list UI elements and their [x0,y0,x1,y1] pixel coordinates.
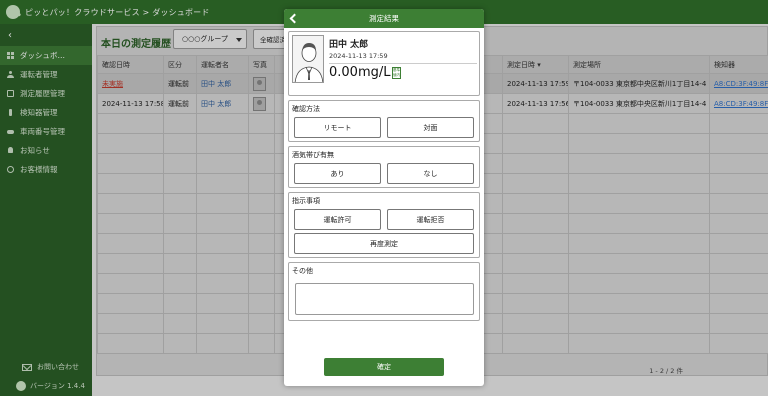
person-illustration [293,36,323,82]
section-label: 指示事項 [292,197,320,205]
method-section: 確認方法 リモート 対面 [288,100,480,142]
alcohol-no-button[interactable]: なし [387,163,474,184]
allow-driving-button[interactable]: 運転許可 [294,209,381,230]
other-notes-textarea[interactable] [295,283,474,315]
in-person-button[interactable]: 対面 [387,117,474,138]
driver-name: 田中 太郎 [329,40,369,50]
divider [329,63,477,64]
section-label: 確認方法 [292,105,320,113]
within-standard-stamp: 基準値内 [392,67,401,79]
remote-button[interactable]: リモート [294,117,381,138]
dialog-header: 測定結果 [284,9,484,28]
remeasure-button[interactable]: 再度測定 [294,233,474,254]
alcohol-value: 0.00mg/L [329,65,391,80]
alcohol-presence-section: 酒気帯び有無 あり なし [288,146,480,188]
result-card: 田中 太郎 2024-11-13 17:59 0.00mg/L 基準値内 [288,31,480,96]
other-section: その他 [288,262,480,321]
refuse-driving-button[interactable]: 運転拒否 [387,209,474,230]
alcohol-yes-button[interactable]: あり [294,163,381,184]
instruction-section: 指示事項 運転許可 運転拒否 再度測定 [288,192,480,258]
driver-photo [292,35,324,83]
section-label: その他 [292,267,313,275]
section-label: 酒気帯び有無 [292,151,334,159]
measured-datetime: 2024-11-13 17:59 [329,52,388,60]
dialog-title: 測定結果 [369,14,399,23]
confirm-button[interactable]: 確定 [324,358,444,376]
back-arrow-icon[interactable] [287,11,299,25]
measurement-result-dialog: 測定結果 田中 太郎 2024-11-13 17:59 0.00mg/L 基準値… [284,9,484,386]
